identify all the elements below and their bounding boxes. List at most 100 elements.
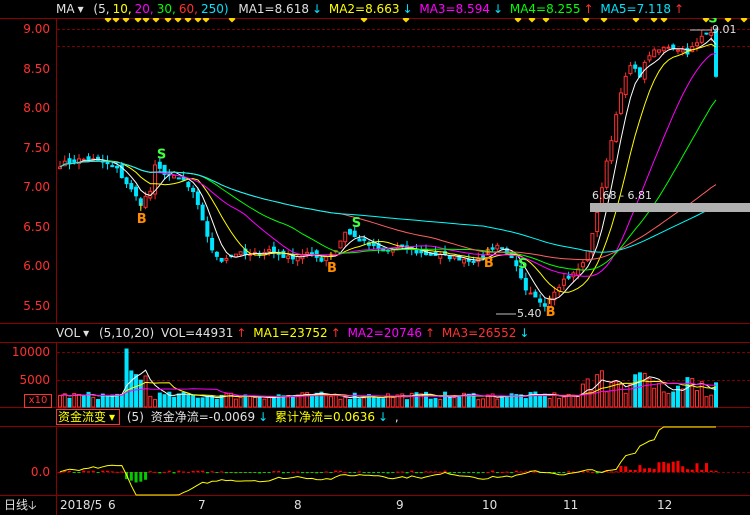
ma-period-250: 250) [200,2,229,16]
volume-bar [176,393,181,408]
fund-flow-bar [258,472,262,474]
volume-bar [476,399,481,408]
candle-body [281,250,286,258]
volume-bar [357,398,362,408]
candle-body [694,42,699,47]
fund-flow-bar [68,470,72,472]
volume-bar [405,399,410,408]
fund-flow-bar [224,472,228,474]
fund-flow-bar [614,471,618,473]
candle-body [495,244,500,250]
flow-panel[interactable]: 0.0 [0,426,750,496]
candle-body [110,165,115,168]
chevron-down-icon: ▾ [83,326,90,340]
fund-flow-bar [248,472,252,473]
volume-bar [714,382,718,408]
volume-bar [62,393,67,408]
volume-bar [210,395,215,408]
candle-body [666,46,671,49]
fund-flow-bar [467,472,471,473]
volume-bar [576,395,581,408]
candle-body [134,186,139,197]
volume-bar [309,395,314,408]
candle-body [186,181,191,188]
signal-diamond [582,18,590,23]
candle-body [81,158,86,161]
fund-flow-plot[interactable] [56,426,750,496]
candle-body [566,275,571,279]
fund-flow-bar [91,470,95,472]
fund-flow-bar [386,472,390,474]
fund-flow-bar [144,472,148,480]
flow-indicator-dropdown[interactable]: 资金流变 ▾ [56,409,121,425]
fund-flow-bar [305,472,309,474]
signal-diamond [228,18,236,23]
vol-indicator-dropdown[interactable]: VOL ▾ [56,326,92,340]
fund-flow-bar [272,471,276,473]
fund-flow-bar [624,466,628,472]
candle-body [609,140,614,162]
candle-body [233,253,238,258]
volume-bar [286,395,291,408]
fund-flow-bar [196,470,200,472]
flow-tick: 0.0 [30,465,50,479]
signal-diamond [660,18,668,23]
fund-flow-bar [182,471,186,473]
volume-bar [623,392,628,408]
fund-flow-bar [134,472,138,483]
volume-bar [447,395,452,408]
fund-flow-bar [647,468,651,472]
fund-flow-bar [277,471,281,473]
candlestick-plot[interactable]: BSBSB SBS 6.68 - 6.81 9.01 5.40 [56,18,750,324]
candle-body [419,250,424,254]
price-tick: 6.50 [23,220,50,234]
fund-flow-bar [367,472,371,473]
fund-flow-bar [229,472,233,473]
fund-flow-bar [481,472,485,474]
ma5-value: MA5=7.118 [600,2,671,16]
volume-bar [457,395,462,408]
fund-flow-bar [410,470,414,472]
candle-body [466,258,471,262]
ma-indicator-dropdown[interactable]: MA ▾ [56,2,87,16]
volume-bar [680,388,685,408]
fund-flow-bar [491,470,495,472]
candle-body [538,298,543,303]
candle-body [680,49,685,53]
vol-periods: (5,10,20) [99,326,155,340]
candle-body [286,255,291,259]
arrow-up-icon: ↑ [425,326,436,340]
fund-flow-bar [400,471,404,473]
volume-bars [58,348,718,408]
volume-bar [96,399,101,408]
candle-body [633,64,638,69]
candle-body [704,32,709,35]
fund-flow-bar [486,471,490,473]
candle-body [338,240,343,249]
volume-panel[interactable]: 10000 5000 2500 x10 [0,342,750,408]
fund-flow-bar [438,471,442,473]
volume-bar [542,393,547,408]
fund-flow-bar [666,463,670,472]
fund-flow-bar [405,472,409,474]
fund-flow-bar [296,471,300,473]
candle-body [181,176,186,181]
volume-bar [571,395,576,408]
candle-body [661,46,666,52]
volume-bar [67,397,72,408]
price-panel[interactable]: 9.00 8.50 8.00 7.50 7.00 6.50 6.00 5.50 … [0,18,750,324]
signal-diamond [202,18,210,23]
candle-body [238,251,243,256]
fund-flow-bar [315,472,319,474]
period-selector[interactable]: 日线🡣 [4,496,37,514]
candle-body [58,166,62,170]
fund-flow-bar [148,471,152,473]
volume-bar [438,398,443,408]
price-tick: 7.50 [23,141,50,155]
fund-flow-bar [443,470,447,472]
volume-plot[interactable] [56,342,750,408]
volume-bar [81,394,86,408]
period-label: 日线 [4,498,29,512]
fund-flow-bar [628,469,632,472]
fund-flow-bar [562,472,566,473]
